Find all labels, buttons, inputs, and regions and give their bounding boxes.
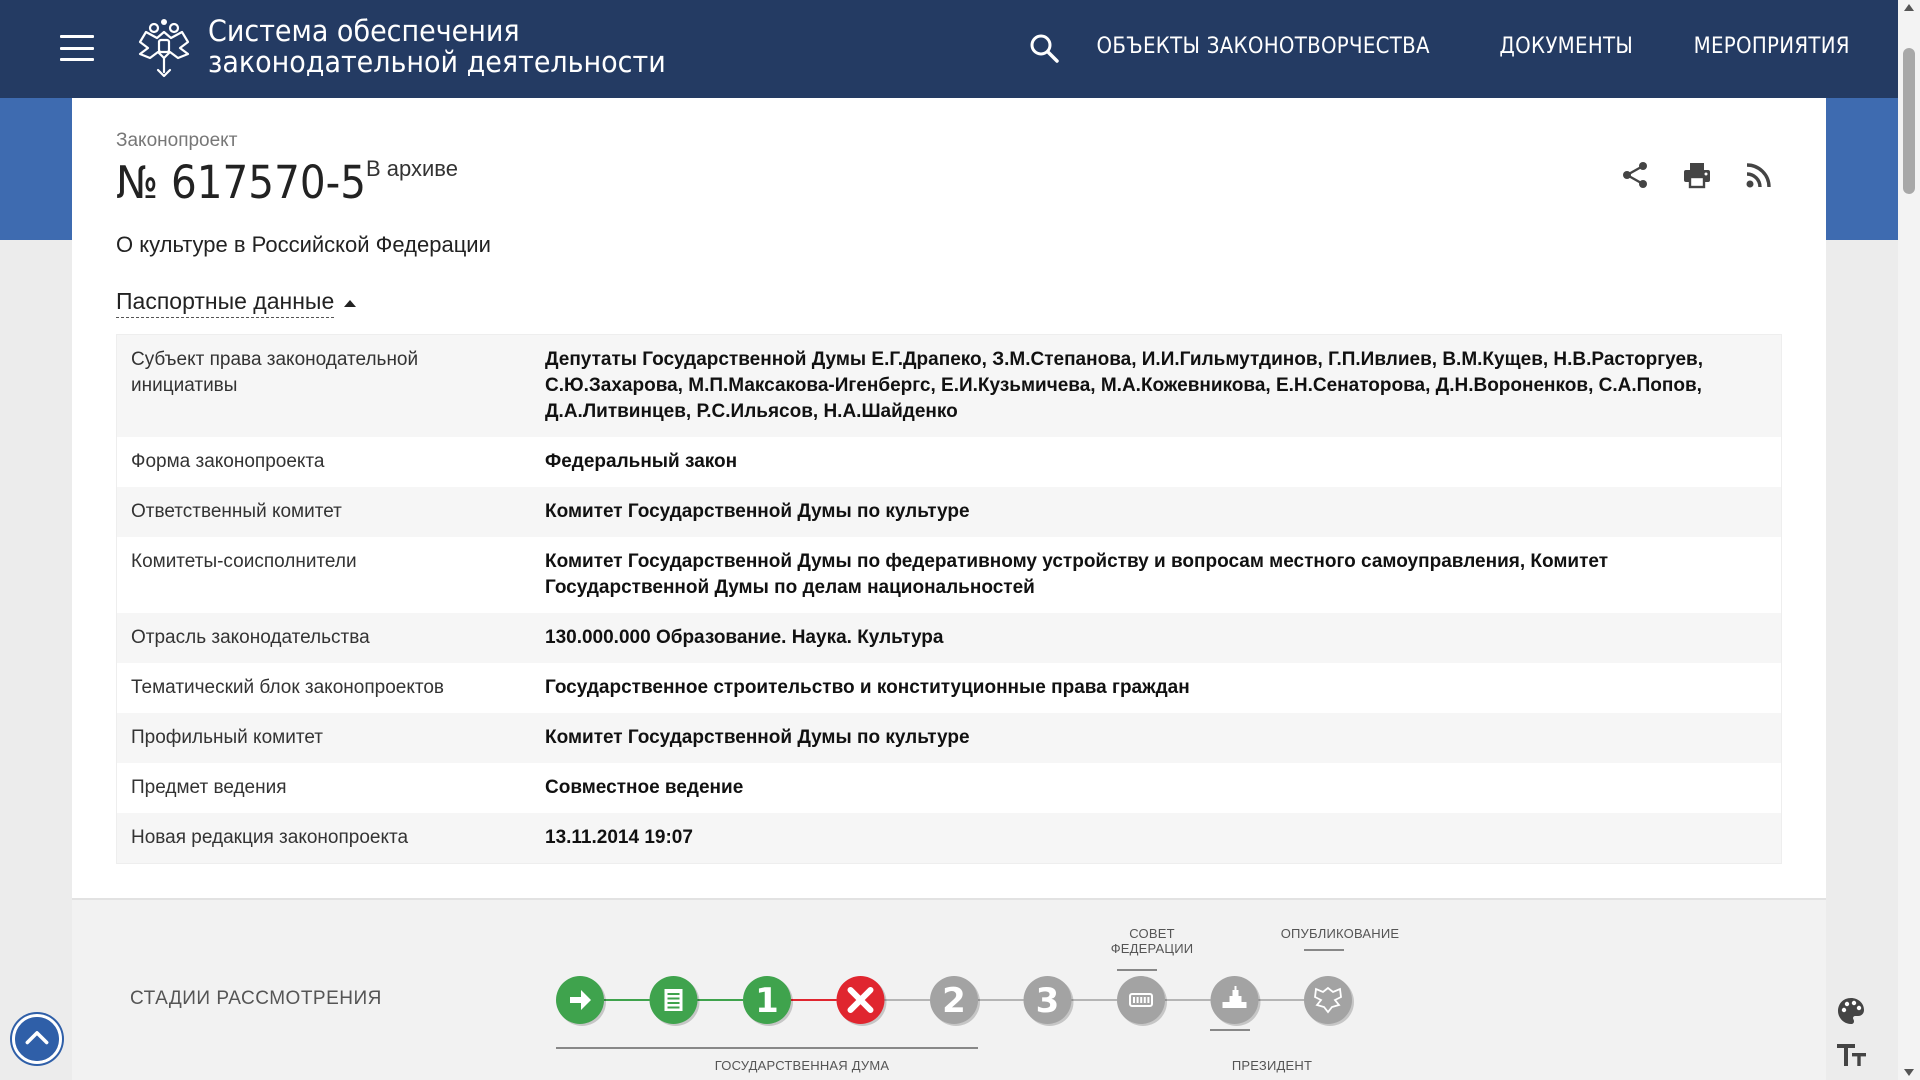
caret-up-icon (344, 299, 357, 307)
stage-document-icon[interactable] (649, 976, 700, 1026)
stage-label-president: ПРЕЗИДЕНТ (1231, 1058, 1313, 1073)
stage-number: 2 (942, 981, 966, 1021)
row-value: 13.11.2014 19:07 (545, 827, 693, 848)
council-seat (1140, 997, 1143, 1003)
stage-label-council-line-1: СОВЕТ (1129, 926, 1175, 941)
stage-number: 1 (755, 981, 779, 1021)
row-label: Форма законопроекта (131, 451, 325, 472)
stage-label-council: СОВЕТ ФЕДЕРАЦИИ (1102, 926, 1202, 956)
stage-label-duma: ГОСУДАРСТВЕННАЯ ДУМА (714, 1058, 890, 1073)
nav-documents[interactable]: ДОКУМЕНТЫ (1499, 34, 1633, 59)
bill-actions (1620, 160, 1774, 190)
scroll-thumb[interactable] (1903, 48, 1915, 194)
stage-number-icon[interactable]: 2 (930, 976, 980, 1026)
stage-label-council-line-2: ФЕДЕРАЦИИ (1110, 941, 1194, 956)
table-row: Отрасль законодательства 130.000.000 Обр… (117, 613, 1781, 663)
document-line (667, 1002, 680, 1004)
search-icon[interactable] (1028, 32, 1060, 64)
top-header: Система обеспечения законодательной деят… (0, 0, 1898, 98)
row-value: Федеральный закон (545, 451, 738, 472)
scroll-to-top-button[interactable] (12, 1014, 62, 1064)
text-size-icon[interactable] (1836, 1040, 1868, 1070)
stage-number-icon[interactable]: 3 (1023, 976, 1074, 1026)
table-row: Новая редакция законопроекта 13.11.2014 … (117, 813, 1781, 863)
table-row: Ответственный комитет Комитет Государств… (117, 487, 1781, 537)
main-nav: ОБЪЕКТЫ ЗАКОНОТВОРЧЕСТВА ДОКУМЕНТЫ МЕРОП… (1078, 34, 1858, 59)
stage-emblem-icon[interactable] (1304, 976, 1354, 1026)
nav-lawmaking-objects[interactable]: ОБЪЕКТЫ ЗАКОНОТВОРЧЕСТВА (1096, 34, 1429, 59)
row-value: Депутаты Государственной Думы Е.Г.Драпек… (545, 349, 1704, 422)
row-label: Профильный комитет (131, 727, 323, 748)
row-label: Предмет ведения (131, 777, 287, 798)
print-icon[interactable] (1682, 160, 1712, 190)
document-line (667, 993, 680, 995)
table-row: Комитеты-соисполнители Комитет Государст… (117, 537, 1781, 613)
nav-events[interactable]: МЕРОПРИЯТИЯ (1693, 34, 1849, 59)
site-title[interactable]: Система обеспечения законодательной деят… (208, 16, 666, 78)
document-line (667, 1006, 680, 1009)
row-value: Совместное ведение (545, 777, 744, 798)
rss-icon[interactable] (1744, 160, 1774, 190)
bill-kicker: Законопроект (116, 130, 238, 151)
row-label: Ответственный комитет (131, 501, 342, 522)
row-value: Государственное строительство и конститу… (545, 677, 1190, 698)
council-seat (1147, 997, 1150, 1003)
table-row: Форма законопроекта Федеральный закон (117, 437, 1781, 487)
stage-number: 3 (1036, 981, 1060, 1021)
row-label: Комитеты-соисполнители (131, 551, 357, 572)
share-icon[interactable] (1620, 160, 1650, 190)
row-value: Комитет Государственной Думы по культуре (545, 501, 970, 522)
stage-number-icon[interactable]: 1 (743, 976, 793, 1026)
row-label: Отрасль законодательства (131, 627, 370, 648)
row-value: 130.000.000 Образование. Наука. Культура (545, 627, 944, 648)
row-label: Новая редакция законопроекта (131, 827, 409, 848)
table-row: Предмет ведения Совместное ведение (117, 763, 1781, 813)
bill-title: О культуре в Российской Федерации (116, 232, 491, 257)
palette-icon[interactable] (1836, 996, 1866, 1026)
row-value: Комитет Государственной Думы по федерати… (545, 551, 1609, 598)
menu-icon[interactable] (60, 35, 94, 61)
passport-toggle-label: Паспортные данные (116, 288, 335, 318)
row-value: Комитет Государственной Думы по культуре (545, 727, 970, 748)
row-label: Субъект права законодательной инициативы (131, 349, 419, 396)
page-scrollbar[interactable] (1898, 0, 1920, 1080)
site-title-line-1: Система обеспечения (208, 14, 520, 48)
site-title-line-2: законодательной деятельности (208, 45, 666, 79)
bill-status: В архиве (366, 156, 458, 181)
passport-table: Субъект права законодательной инициативы… (116, 334, 1782, 864)
council-seat (1143, 997, 1146, 1003)
row-label: Тематический блок законопроектов (131, 677, 444, 698)
table-row: Профильный комитет Комитет Государственн… (117, 713, 1781, 763)
stage-council-icon[interactable] (1117, 976, 1167, 1026)
bill-card: Законопроект № 617570-5 В архиве О культ… (72, 98, 1826, 898)
stage-label-published: ОПУБЛИКОВАНИЕ (1280, 926, 1400, 941)
passport-toggle[interactable]: Паспортные данные (116, 288, 357, 318)
stage-arrow-icon[interactable] (556, 976, 606, 1026)
table-row: Субъект права законодательной инициативы… (117, 335, 1781, 437)
stage-president-icon[interactable] (1210, 976, 1261, 1026)
council-seat (1136, 997, 1139, 1003)
table-row: Тематический блок законопроектов Государ… (117, 663, 1781, 713)
scroll-down-arrow-icon[interactable] (1904, 1069, 1914, 1076)
stages-panel: СТАДИИ РАССМОТРЕНИЯ 123 СОВЕТ ФЕДЕРАЦИИ … (72, 898, 1826, 1080)
document-line (667, 997, 680, 1000)
stage-cross-icon[interactable] (836, 976, 887, 1026)
stage-circle (1304, 976, 1352, 1024)
stages-timeline: 1 2 3 (556, 949, 1354, 1049)
eagle-emblem-icon[interactable] (130, 14, 198, 82)
council-seat (1133, 997, 1135, 1003)
bill-number: № 617570-5 (116, 156, 366, 209)
scroll-up-arrow-icon[interactable] (1904, 4, 1914, 11)
